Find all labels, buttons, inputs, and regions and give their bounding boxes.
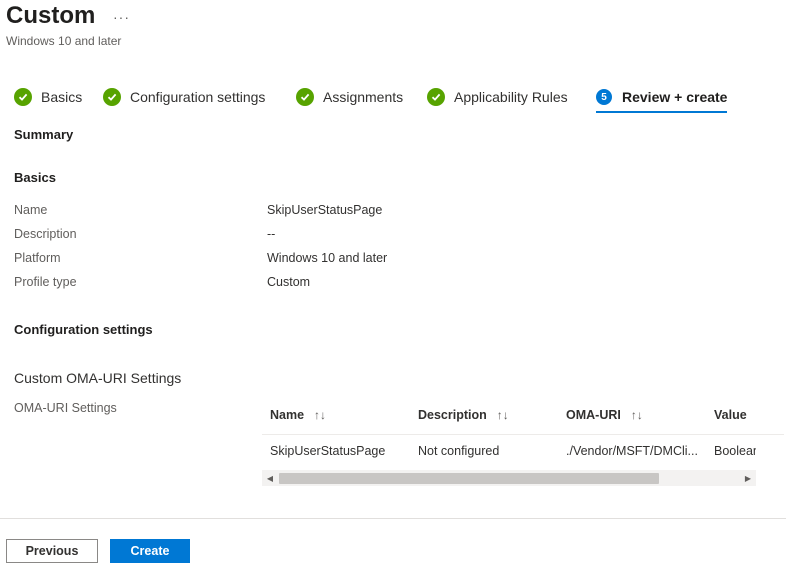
check-circle-icon bbox=[103, 88, 121, 106]
cell-description: Not configured bbox=[418, 444, 500, 458]
scroll-right-icon[interactable]: ▶ bbox=[740, 470, 756, 486]
column-header-oma-uri[interactable]: OMA-URI ↑↓ bbox=[566, 396, 643, 434]
step-number-badge: 5 bbox=[596, 89, 612, 105]
review-create-page: Custom ··· Windows 10 and later Basics C… bbox=[0, 0, 786, 575]
sort-icon[interactable]: ↑↓ bbox=[314, 408, 326, 422]
tab-label: Applicability Rules bbox=[454, 89, 568, 105]
basics-heading: Basics bbox=[14, 170, 56, 185]
check-circle-icon bbox=[427, 88, 445, 106]
horizontal-scrollbar[interactable]: ◀ ▶ bbox=[262, 470, 756, 486]
sort-icon[interactable]: ↑↓ bbox=[497, 408, 509, 422]
column-header-name[interactable]: Name ↑↓ bbox=[270, 396, 326, 434]
oma-uri-settings-label: OMA-URI Settings bbox=[14, 401, 117, 415]
scrollbar-thumb[interactable] bbox=[279, 473, 659, 484]
field-value-description: -- bbox=[267, 227, 276, 241]
wizard-tabs: Basics Configuration settings Assignment… bbox=[14, 86, 786, 114]
tab-review-create[interactable]: 5 Review + create bbox=[596, 86, 728, 113]
tab-applicability-rules[interactable]: Applicability Rules bbox=[427, 86, 568, 108]
check-circle-icon bbox=[296, 88, 314, 106]
check-circle-icon bbox=[14, 88, 32, 106]
configuration-settings-heading: Configuration settings bbox=[14, 322, 153, 337]
table-row[interactable]: SkipUserStatusPage Not configured ./Vend… bbox=[262, 435, 784, 467]
tab-label: Configuration settings bbox=[130, 89, 266, 105]
more-options-button[interactable]: ··· bbox=[113, 9, 130, 25]
cell-value: Boolean bbox=[714, 444, 756, 458]
field-value-profile-type: Custom bbox=[267, 275, 311, 289]
custom-oma-uri-heading: Custom OMA-URI Settings bbox=[14, 370, 182, 386]
page-title: Custom bbox=[6, 2, 96, 29]
summary-heading: Summary bbox=[14, 127, 74, 142]
tab-basics[interactable]: Basics bbox=[14, 86, 82, 108]
tab-label: Basics bbox=[41, 89, 83, 105]
tab-label: Review + create bbox=[622, 89, 728, 105]
tab-assignments[interactable]: Assignments bbox=[296, 86, 403, 108]
table-header: Name ↑↓ Description ↑↓ OMA-URI ↑↓ Value bbox=[262, 396, 784, 435]
cell-name: SkipUserStatusPage bbox=[270, 444, 386, 458]
column-header-description[interactable]: Description ↑↓ bbox=[418, 396, 509, 434]
cell-oma-uri: ./Vendor/MSFT/DMCli... bbox=[566, 444, 698, 458]
tab-configuration-settings[interactable]: Configuration settings bbox=[103, 86, 265, 108]
field-label-profile-type: Profile type bbox=[14, 275, 77, 289]
previous-button[interactable]: Previous bbox=[6, 539, 98, 563]
field-value-name: SkipUserStatusPage bbox=[267, 203, 383, 217]
create-button[interactable]: Create bbox=[110, 539, 190, 563]
field-label-description: Description bbox=[14, 227, 77, 241]
field-label-name: Name bbox=[14, 203, 48, 217]
sort-icon[interactable]: ↑↓ bbox=[631, 408, 643, 422]
field-label-platform: Platform bbox=[14, 251, 61, 265]
field-value-platform: Windows 10 and later bbox=[267, 251, 388, 265]
column-header-value[interactable]: Value bbox=[714, 396, 747, 434]
footer-divider bbox=[0, 518, 786, 519]
tab-label: Assignments bbox=[323, 89, 404, 105]
page-subtitle: Windows 10 and later bbox=[6, 34, 122, 48]
scroll-left-icon[interactable]: ◀ bbox=[262, 470, 278, 486]
